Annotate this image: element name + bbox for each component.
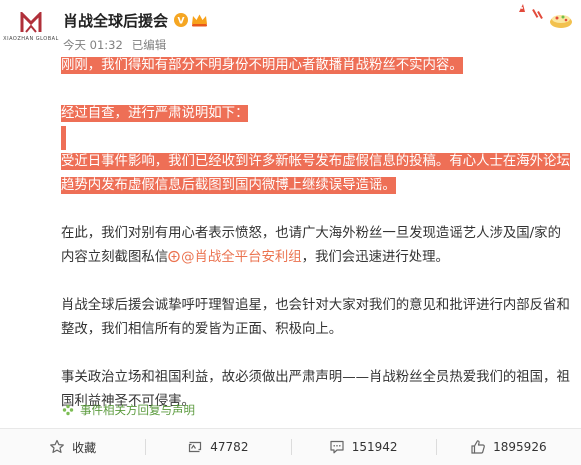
avatar[interactable]: XIAOZHAN GLOBAL — [3, 12, 58, 52]
repost-icon — [189, 441, 202, 453]
paragraph-text: ，我们会迅速进行处理。 — [301, 250, 449, 265]
star-icon — [50, 439, 65, 453]
card-decoration-icon — [519, 4, 572, 28]
link-icon — [168, 250, 180, 263]
avatar-logo-text: XIAOZHAN GLOBAL — [3, 36, 59, 42]
highlighted-text: 经过自查，进行严肃说明如下： — [61, 105, 249, 122]
comment-count: 151942 — [351, 440, 398, 454]
mention-link[interactable]: @肖战全平台安利组 — [168, 250, 302, 265]
thumbs-up-icon — [471, 440, 486, 454]
paragraph-5: 肖战全球后援会诚挚呼吁理智追星，也会针对大家对我们的意见和批评进行内部反省和整改… — [61, 294, 573, 342]
highlight-gap-bar — [61, 126, 66, 150]
topic-link[interactable]: 事件相关方回复与声明 — [62, 402, 195, 418]
post-meta: 今天 01:32 已编辑 — [63, 37, 166, 53]
paragraph-2: 经过自查，进行严肃说明如下： — [61, 102, 573, 126]
comment-button[interactable]: 151942 — [290, 429, 436, 465]
repost-button[interactable]: 47782 — [145, 429, 290, 465]
post-time[interactable]: 今天 01:32 — [63, 37, 123, 53]
topic-icon — [62, 404, 74, 416]
edited-label[interactable]: 已编辑 — [132, 37, 167, 53]
verified-badge-icon: V — [174, 13, 189, 27]
highlighted-text: 刚刚，我们得知有部分不明身份不明用心者散播肖战粉丝不实内容。 — [61, 57, 463, 74]
paragraph-text: 肖战全球后援会诚挚呼吁理智追星，也会针对大家对我们的意见和批评进行内部反省和整改… — [61, 298, 570, 337]
favorite-button[interactable]: 收藏 — [0, 429, 145, 465]
weibo-post-card: XIAOZHAN GLOBAL 肖战全球后援会 V 今天 01:32 已编辑 刚… — [0, 0, 581, 465]
favorite-label: 收藏 — [72, 440, 97, 455]
logo-icon — [20, 12, 42, 33]
post-content: 刚刚，我们得知有部分不明身份不明用心者散播肖战粉丝不实内容。 经过自查，进行严肃… — [61, 54, 573, 438]
paragraph-3: 受近日事件影响，我们已经收到许多新帐号发布虚假信息的投稿。有心人士在海外论坛趋势… — [61, 150, 573, 198]
repost-count: 47782 — [210, 440, 249, 454]
comment-icon — [330, 440, 344, 454]
paragraph-1: 刚刚，我们得知有部分不明身份不明用心者散播肖战粉丝不实内容。 — [61, 54, 573, 78]
mention-text: @肖战全平台安利组 — [181, 250, 302, 265]
topic-link-text: 事件相关方回复与声明 — [80, 403, 195, 417]
paragraph-4: 在此，我们对别有用心者表示愤怒，也请广大海外粉丝一旦发现造谣艺人涉及国/家的内容… — [61, 222, 573, 270]
member-badge-icon[interactable] — [191, 13, 208, 27]
like-button[interactable]: 1895926 — [435, 429, 581, 465]
action-bar: 收藏 47782 151942 1895926 — [0, 429, 581, 465]
author-name[interactable]: 肖战全球后援会 — [63, 10, 168, 31]
like-count: 1895926 — [493, 440, 547, 454]
highlighted-text: 受近日事件影响，我们已经收到许多新帐号发布虚假信息的投稿。有心人士在海外论坛趋势… — [61, 153, 570, 194]
author-line: 肖战全球后援会 V — [63, 9, 208, 31]
svg-text:V: V — [178, 17, 185, 26]
